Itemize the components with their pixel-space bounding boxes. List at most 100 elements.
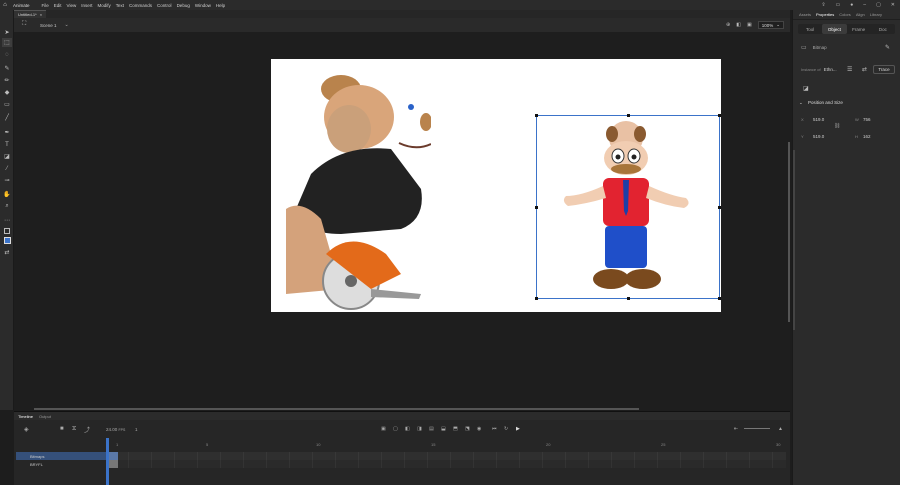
edit-scene-icon[interactable]: ⛶ <box>22 21 26 28</box>
subtab-tool[interactable]: Tool <box>798 24 822 34</box>
scene-name[interactable]: Scene 1 <box>40 23 57 28</box>
sync-icon[interactable]: ● <box>850 2 853 8</box>
transform-handle[interactable] <box>535 114 538 117</box>
swap-bitmap-icon[interactable]: ☰ <box>847 66 852 73</box>
transform-handle[interactable] <box>718 206 721 209</box>
insert-blank-keyframe-icon[interactable]: ▢ <box>393 426 398 432</box>
transform-handle[interactable] <box>718 114 721 117</box>
step-back-icon[interactable]: ⏮ <box>492 426 497 432</box>
position-size-header[interactable]: ⌄ Position and Size <box>799 100 843 106</box>
menu-file[interactable]: File <box>42 3 49 8</box>
eraser-tool-icon[interactable]: ◆ <box>2 88 12 97</box>
menu-edit[interactable]: Edit <box>54 3 62 8</box>
symbol-icon[interactable]: ▣ <box>747 22 752 28</box>
y-value[interactable]: 519.0 <box>813 134 824 139</box>
shape-tween-icon[interactable]: ⬔ <box>465 426 470 432</box>
fill-color-icon[interactable] <box>2 236 12 245</box>
subtab-object[interactable]: Object <box>822 24 847 34</box>
share-icon[interactable]: ⇪ <box>821 2 825 8</box>
layers-icon[interactable]: ◈ <box>24 426 29 433</box>
edit-multiple-frames-icon[interactable]: ◨ <box>417 426 422 432</box>
tab-properties[interactable]: Properties <box>816 12 834 17</box>
h-value[interactable]: 162 <box>863 134 871 139</box>
camera-icon[interactable]: ■ <box>60 426 64 432</box>
close-icon[interactable]: ✕ <box>891 2 895 8</box>
tab-align[interactable]: Align <box>856 12 865 17</box>
more-tools-icon[interactable]: ⋯ <box>2 216 12 225</box>
menu-control[interactable]: Control <box>157 3 172 8</box>
menu-view[interactable]: View <box>67 3 77 8</box>
graph-icon[interactable]: ⤴ <box>84 425 90 434</box>
menu-commands[interactable]: Commands <box>129 3 152 8</box>
tween-icon[interactable]: ⬓ <box>441 426 446 432</box>
close-tab-icon[interactable]: × <box>40 12 42 17</box>
loop-icon[interactable]: ▤ <box>429 426 434 432</box>
tab-timeline[interactable]: Timeline <box>18 414 33 419</box>
home-icon[interactable]: ⌂ <box>0 0 10 10</box>
menu-modify[interactable]: Modify <box>98 3 111 8</box>
pin-tool-icon[interactable]: ⊸ <box>2 176 12 185</box>
instance-of-value[interactable]: Ethn... <box>824 67 837 72</box>
brush-tool-icon[interactable]: ✎ <box>2 64 12 73</box>
menu-text[interactable]: Text <box>116 3 124 8</box>
x-value[interactable]: 519.0 <box>813 117 824 122</box>
lock-icon[interactable]: ⛓ <box>834 123 840 129</box>
pen-tool-icon[interactable]: ✒ <box>2 128 12 137</box>
transform-handle[interactable] <box>718 297 721 300</box>
paint-bucket-icon[interactable]: ◪ <box>803 85 809 92</box>
line-tool-icon[interactable]: ╱ <box>2 113 12 122</box>
hand-tool-icon[interactable]: ✋ <box>2 190 12 199</box>
layer-row[interactable]: Bitmaps <box>16 452 106 460</box>
lasso-tool-icon[interactable]: ◌ <box>2 50 12 59</box>
clip-icon[interactable]: ◧ <box>736 22 741 28</box>
minimize-icon[interactable]: – <box>863 2 866 8</box>
menu-insert[interactable]: Insert <box>81 3 92 8</box>
chevron-down-icon[interactable]: ⌄ <box>65 22 69 28</box>
playhead[interactable] <box>106 438 109 485</box>
eyedropper-tool-icon[interactable]: ⁄ <box>2 164 12 173</box>
subtab-frame[interactable]: Frame <box>847 24 871 34</box>
menu-debug[interactable]: Debug <box>177 3 190 8</box>
layer-row[interactable]: BRYFL <box>16 460 106 468</box>
transform-handle[interactable] <box>535 297 538 300</box>
stroke-color-icon[interactable] <box>2 226 12 235</box>
layer-depth-icon[interactable]: ⧖ <box>72 426 76 433</box>
free-transform-tool-icon[interactable]: ⬚ <box>2 38 12 47</box>
stage-area[interactable] <box>14 32 790 410</box>
insert-keyframe-icon[interactable]: ▣ <box>381 426 386 432</box>
loop-playback-icon[interactable]: ↻ <box>504 426 508 432</box>
tab-assets[interactable]: Assets <box>799 12 811 17</box>
transform-handle[interactable] <box>627 114 630 117</box>
play-icon[interactable]: ▶ <box>516 426 520 432</box>
center-stage-icon[interactable]: ⊕ <box>726 22 730 28</box>
onion-skin-icon[interactable]: ◧ <box>405 426 410 432</box>
w-value[interactable]: 756 <box>863 117 871 122</box>
rectangle-tool-icon[interactable]: ▭ <box>2 100 12 109</box>
maximize-icon[interactable]: ▢ <box>876 2 881 8</box>
classic-tween-icon[interactable]: ⬒ <box>453 426 458 432</box>
zoom-tool-icon[interactable]: ⌕ <box>2 202 12 211</box>
stage-scrollbar-vertical[interactable] <box>788 142 790 322</box>
tab-library[interactable]: Library <box>870 12 882 17</box>
stage-scrollbar-horizontal[interactable] <box>34 408 639 410</box>
fps-readout[interactable]: 24.00 FPS <box>106 427 125 432</box>
center-frame-icon[interactable]: ⇤ <box>734 426 738 432</box>
swap-icon[interactable]: ⇄ <box>862 66 867 73</box>
puppet-saw-bitmap[interactable] <box>281 59 431 312</box>
paint-bucket-tool-icon[interactable]: ◪ <box>2 152 12 161</box>
frame-row[interactable] <box>106 452 786 460</box>
text-tool-icon[interactable]: T <box>2 140 12 149</box>
frame-row[interactable] <box>106 460 786 468</box>
visibility-icon[interactable]: ◉ <box>477 426 481 432</box>
workspace-icon[interactable]: ▭ <box>836 2 841 8</box>
pencil-tool-icon[interactable]: ✏ <box>2 76 12 85</box>
current-frame[interactable]: 1 <box>135 427 138 432</box>
selection-tool-icon[interactable]: ➤ <box>2 28 12 37</box>
transform-handle[interactable] <box>535 206 538 209</box>
frame-ruler[interactable]: 1 5 10 15 20 25 30 <box>106 442 786 450</box>
document-tab[interactable]: Untitled-1* × <box>14 10 47 18</box>
transform-handle[interactable] <box>627 297 630 300</box>
trace-button[interactable]: Trace <box>873 65 895 74</box>
subtab-doc[interactable]: Doc <box>871 24 895 34</box>
tab-colors[interactable]: Colors <box>839 12 851 17</box>
